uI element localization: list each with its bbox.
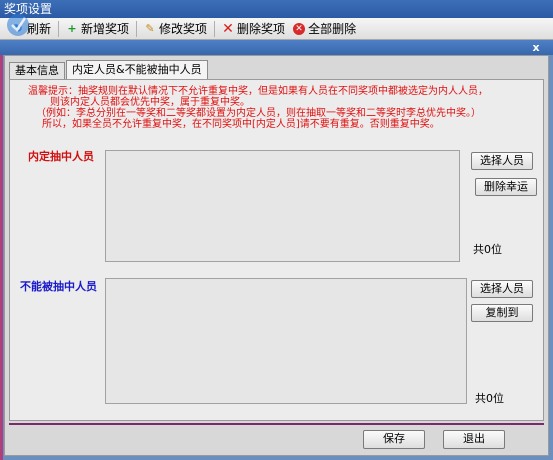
- delete-lucky-button[interactable]: 删除幸运: [475, 178, 537, 196]
- toolbar: ↻ 刷新 + 新增奖项 ✎ 修改奖项 ✕ 删除奖项 ✕ 全部删除: [0, 18, 553, 40]
- edit-icon: ✎: [145, 21, 155, 35]
- window-titlebar: 奖项设置: [0, 0, 553, 18]
- add-prize-button[interactable]: + 新增奖项: [62, 19, 133, 39]
- clear-all-button[interactable]: ✕ 全部删除: [289, 19, 360, 39]
- exit-button[interactable]: 退出: [443, 430, 505, 449]
- add-prize-label: 新增奖项: [81, 22, 130, 36]
- delete-lucky-label: 删除幸运: [484, 180, 528, 193]
- main-panel: 基本信息 内定人员&不能被抽中人员 温馨提示：抽奖规则在默认情况下不允许重复中奖…: [4, 55, 549, 456]
- footer-divider: [9, 423, 544, 425]
- internal-select-label: 选择人员: [480, 154, 524, 167]
- internal-list[interactable]: [105, 150, 460, 262]
- tab-basic-info[interactable]: 基本信息: [9, 62, 65, 79]
- tab-internal-excluded-label: 内定人员&不能被抽中人员: [72, 63, 202, 76]
- panel-header: x: [0, 40, 553, 55]
- edit-prize-button[interactable]: ✎ 修改奖项: [140, 19, 211, 39]
- refresh-button[interactable]: ↻ 刷新: [8, 19, 55, 39]
- refresh-label: 刷新: [27, 22, 52, 36]
- excluded-section-label: 不能被抽中人员: [20, 280, 97, 293]
- copy-to-button[interactable]: 复制到: [471, 304, 533, 322]
- tab-strip: 基本信息 内定人员&不能被抽中人员: [9, 60, 209, 80]
- copy-to-label: 复制到: [485, 306, 519, 319]
- clear-all-icon: ✕: [293, 22, 306, 35]
- close-button[interactable]: x: [525, 41, 547, 54]
- excluded-select-button[interactable]: 选择人员: [471, 280, 533, 298]
- toolbar-separator: [58, 20, 60, 37]
- tip-line: 温馨提示：抽奖规则在默认情况下不允许重复中奖，但是如果有人员在不同奖项中都被选定…: [28, 86, 488, 97]
- tip-line: （例如：李总分别在一等奖和二等奖都设置为内定人员，则在抽取一等奖和二等奖时李总优…: [36, 108, 481, 119]
- tab-basic-info-label: 基本信息: [15, 64, 59, 77]
- delete-prize-label: 删除奖项: [237, 22, 286, 36]
- close-icon: x: [532, 41, 540, 54]
- delete-x-icon: ✕: [222, 20, 234, 37]
- save-button[interactable]: 保存: [363, 430, 425, 449]
- clear-all-label: 全部删除: [308, 22, 357, 36]
- refresh-icon: ↻: [13, 21, 23, 35]
- excluded-list[interactable]: [105, 278, 467, 404]
- window-edge: [0, 0, 3, 460]
- add-icon: +: [67, 21, 77, 35]
- toolbar-separator: [136, 20, 138, 37]
- tip-text: 温馨提示：抽奖规则在默认情况下不允许重复中奖，但是如果有人员在不同奖项中都被选定…: [28, 86, 533, 130]
- excluded-count: 共0位: [475, 392, 504, 405]
- internal-section-label: 内定抽中人员: [28, 150, 94, 163]
- tip-line: 则该内定人员都会优先中奖，属于重复中奖。: [50, 97, 250, 108]
- tab-internal-excluded[interactable]: 内定人员&不能被抽中人员: [66, 60, 208, 79]
- internal-count: 共0位: [473, 243, 502, 256]
- window-title: 奖项设置: [4, 2, 53, 16]
- excluded-select-label: 选择人员: [480, 282, 524, 295]
- internal-select-button[interactable]: 选择人员: [471, 152, 533, 170]
- edit-prize-label: 修改奖项: [159, 22, 208, 36]
- exit-label: 退出: [463, 432, 485, 445]
- save-label: 保存: [383, 432, 405, 445]
- delete-prize-button[interactable]: ✕ 删除奖项: [218, 19, 289, 39]
- toolbar-separator: [214, 20, 216, 37]
- tip-line: 所以，如果全员不允许重复中奖，在不同奖项中[内定人员]请不要有重复。否则重复中奖…: [42, 119, 440, 130]
- tab-content: 温馨提示：抽奖规则在默认情况下不允许重复中奖，但是如果有人员在不同奖项中都被选定…: [9, 79, 544, 421]
